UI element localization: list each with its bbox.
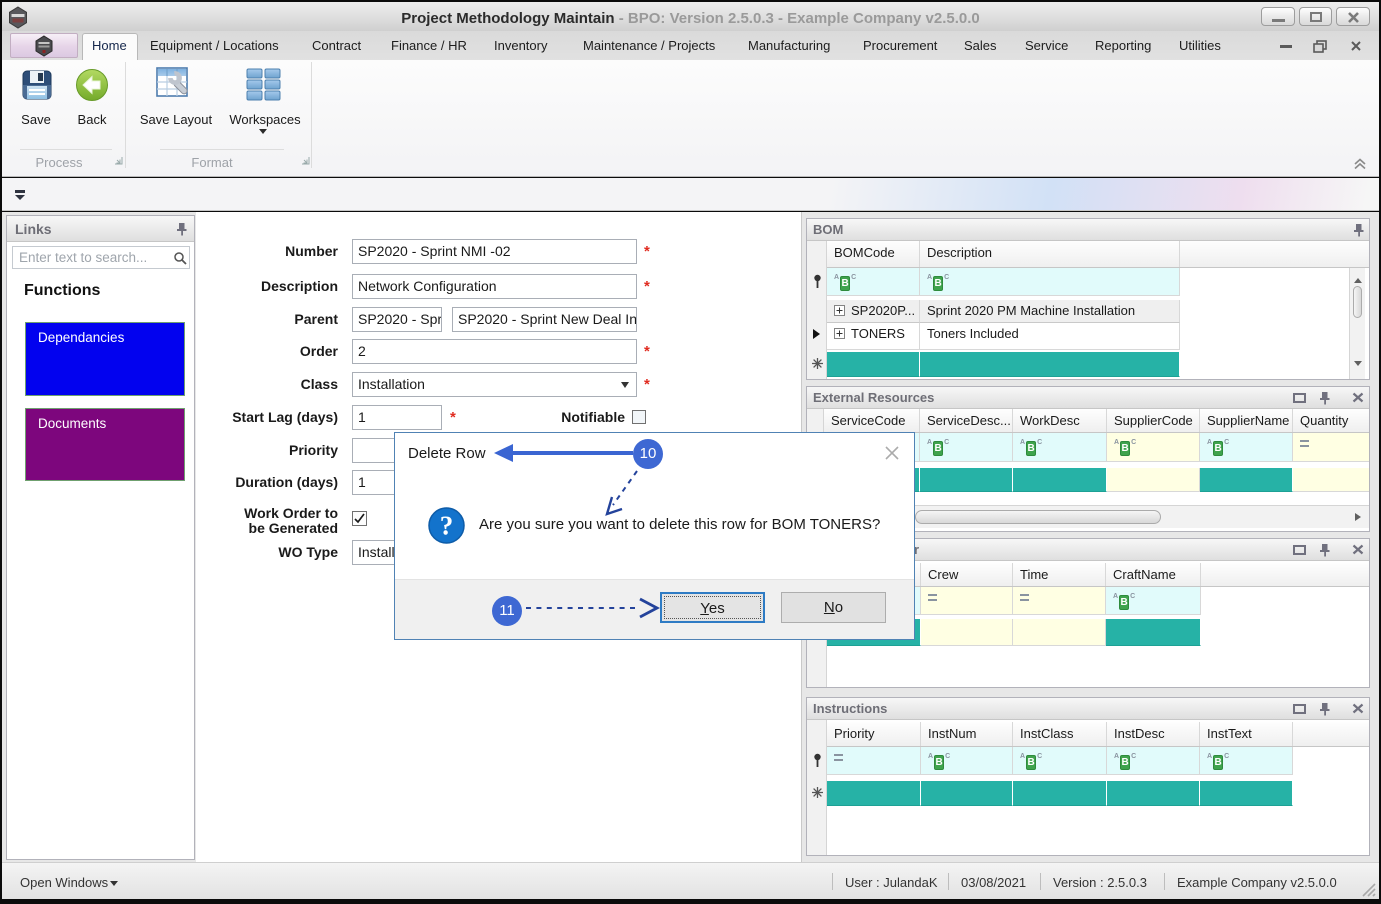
svg-text:?: ? [440, 511, 454, 541]
